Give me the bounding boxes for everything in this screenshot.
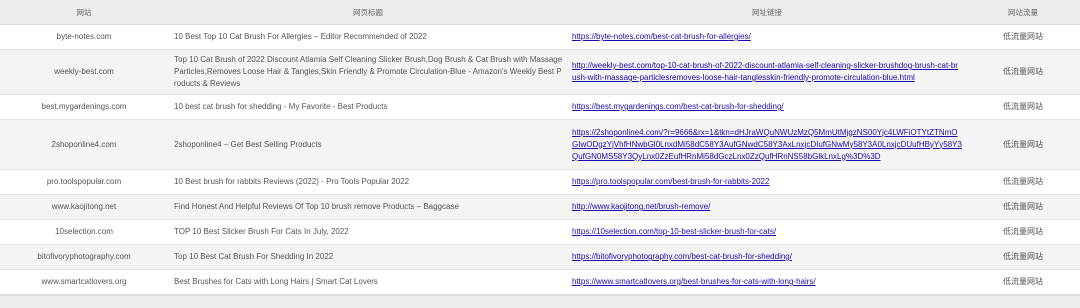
title-cell: Best Brushes for Cats with Long Hairs | … xyxy=(168,269,568,295)
site-cell: weekly-best.com xyxy=(0,49,168,95)
url-cell: https://best.mygardenings.com/best-cat-b… xyxy=(568,94,966,120)
url-link[interactable]: https://bitofivoryphotography.com/best-c… xyxy=(572,252,792,261)
site-cell: 10selection.com xyxy=(0,219,168,245)
table-row: weekly-best.com Top 10 Cat Brush of 2022… xyxy=(0,49,1080,95)
table-row: 2shoponline4.com 2shoponline4 – Get Best… xyxy=(0,119,1080,170)
site-cell: bitofivoryphotography.com xyxy=(0,244,168,270)
url-link[interactable]: https://10selection.com/top-10-best-slic… xyxy=(572,227,776,236)
title-cell: 10 best cat brush for shedding - My Favo… xyxy=(168,94,568,120)
title-cell: Find Honest And Helpful Reviews Of Top 1… xyxy=(168,194,568,220)
table-row: bitofivoryphotography.com Top 10 Best Ca… xyxy=(0,244,1080,270)
site-cell: www.kaojitong.net xyxy=(0,194,168,220)
url-link[interactable]: https://best.mygardenings.com/best-cat-b… xyxy=(572,102,784,111)
url-cell: https://pro.toolspopular.com/best-brush-… xyxy=(568,169,966,195)
title-cell: TOP 10 Best Slicker Brush For Cats In Ju… xyxy=(168,219,568,245)
url-cell: https://www.smartcatlovers.org/best-brus… xyxy=(568,269,966,295)
header-row: 网站 网页标题 网址链接 网站流量 xyxy=(0,0,1080,25)
site-cell: 2shoponline4.com xyxy=(0,119,168,170)
url-link[interactable]: https://www.smartcatlovers.org/best-brus… xyxy=(572,277,816,286)
table-footer-strip xyxy=(0,295,1080,308)
title-cell: Top 10 Cat Brush of 2022 Discount Atlami… xyxy=(168,49,568,95)
results-table: 网站 网页标题 网址链接 网站流量 byte-notes.com 10 Best… xyxy=(0,0,1080,295)
table-row: www.smartcatlovers.org Best Brushes for … xyxy=(0,269,1080,295)
site-cell: www.smartcatlovers.org xyxy=(0,269,168,295)
url-link[interactable]: http://www.kaojitong.net/brush-remove/ xyxy=(572,202,710,211)
table-body: byte-notes.com 10 Best Top 10 Cat Brush … xyxy=(0,24,1080,295)
header-site: 网站 xyxy=(0,0,168,25)
header-url: 网址链接 xyxy=(568,0,966,25)
site-cell: pro.toolspopular.com xyxy=(0,169,168,195)
header-title: 网页标题 xyxy=(168,0,568,25)
traffic-cell: 低流量网站 xyxy=(966,49,1080,95)
url-cell: http://www.kaojitong.net/brush-remove/ xyxy=(568,194,966,220)
traffic-cell: 低流量网站 xyxy=(966,244,1080,270)
url-cell: https://bitofivoryphotography.com/best-c… xyxy=(568,244,966,270)
traffic-cell: 低流量网站 xyxy=(966,194,1080,220)
table-row: best.mygardenings.com 10 best cat brush … xyxy=(0,94,1080,120)
url-link[interactable]: https://2shoponline4.com/?r=9666&rx=1&tk… xyxy=(572,128,962,161)
title-cell: Top 10 Best Cat Brush For Shedding In 20… xyxy=(168,244,568,270)
url-link[interactable]: https://byte-notes.com/best-cat-brush-fo… xyxy=(572,32,751,41)
table-header: 网站 网页标题 网址链接 网站流量 xyxy=(0,0,1080,25)
url-cell: https://2shoponline4.com/?r=9666&rx=1&tk… xyxy=(568,119,966,170)
table-row: 10selection.com TOP 10 Best Slicker Brus… xyxy=(0,219,1080,245)
url-link[interactable]: http://weekly-best.com/top-10-cat-brush-… xyxy=(572,61,958,82)
url-cell: https://byte-notes.com/best-cat-brush-fo… xyxy=(568,24,966,50)
site-cell: best.mygardenings.com xyxy=(0,94,168,120)
traffic-cell: 低流量网站 xyxy=(966,24,1080,50)
url-cell: http://weekly-best.com/top-10-cat-brush-… xyxy=(568,49,966,95)
traffic-cell: 低流量网站 xyxy=(966,119,1080,170)
table-row: www.kaojitong.net Find Honest And Helpfu… xyxy=(0,194,1080,220)
traffic-cell: 低流量网站 xyxy=(966,169,1080,195)
url-link[interactable]: https://pro.toolspopular.com/best-brush-… xyxy=(572,177,769,186)
traffic-cell: 低流量网站 xyxy=(966,219,1080,245)
site-cell: byte-notes.com xyxy=(0,24,168,50)
url-cell: https://10selection.com/top-10-best-slic… xyxy=(568,219,966,245)
table-row: byte-notes.com 10 Best Top 10 Cat Brush … xyxy=(0,24,1080,50)
header-traffic: 网站流量 xyxy=(966,0,1080,25)
title-cell: 2shoponline4 – Get Best Selling Products xyxy=(168,119,568,170)
traffic-cell: 低流量网站 xyxy=(966,269,1080,295)
title-cell: 10 Best brush for rabbits Reviews (2022)… xyxy=(168,169,568,195)
title-cell: 10 Best Top 10 Cat Brush For Allergies –… xyxy=(168,24,568,50)
table-row: pro.toolspopular.com 10 Best brush for r… xyxy=(0,169,1080,195)
traffic-cell: 低流量网站 xyxy=(966,94,1080,120)
